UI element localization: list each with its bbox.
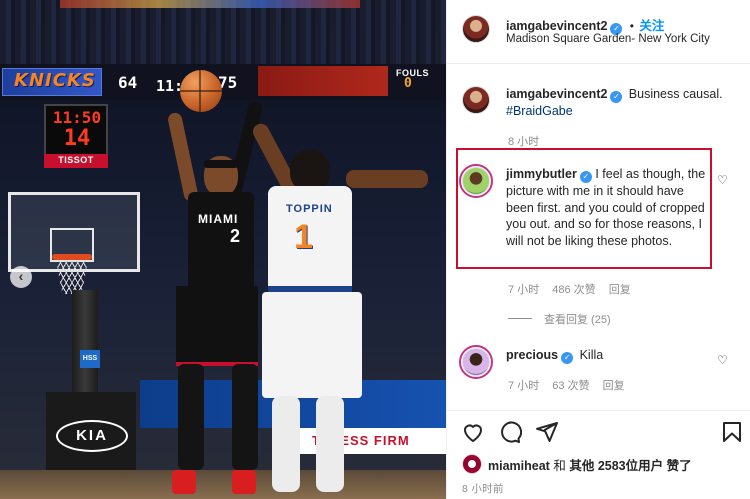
- caption-username[interactable]: iamgabevincent2: [506, 87, 607, 101]
- comment-time: 7 小时: [508, 284, 540, 296]
- heat-player-jersey: [188, 192, 254, 288]
- verified-icon: ✓: [610, 91, 623, 103]
- shot-clock-seconds: 14: [63, 126, 91, 151]
- scoreboard-team-left: KNICKS: [14, 70, 96, 91]
- knicks-player-shorts: [262, 292, 362, 398]
- action-bar: [446, 410, 750, 452]
- caption-text: Business causal.: [628, 87, 723, 101]
- heat-player-leg: [178, 364, 204, 470]
- save-icon[interactable]: [720, 420, 744, 444]
- comment-avatar-jimmybutler[interactable]: [462, 167, 490, 195]
- comment-meta: 7 小时 486 次赞 回复: [508, 281, 641, 297]
- caption-hashtag[interactable]: #BraidGabe: [506, 104, 573, 118]
- comment-meta: 7 小时 63 次赞 回复: [508, 377, 635, 393]
- scoreboard-fouls-label: FOULS: [396, 68, 429, 78]
- heat-scoreboard-panel: [258, 66, 388, 96]
- basketball-net: [56, 260, 88, 294]
- knicks-player-waistband: [268, 286, 352, 292]
- liker-username[interactable]: miamiheat: [488, 459, 550, 473]
- follow-button[interactable]: 关注: [639, 19, 664, 33]
- likes-summary: miamiheat 和 其他 2583位用户 赞了: [488, 455, 692, 474]
- verified-icon: ✓: [579, 171, 592, 183]
- author-avatar[interactable]: [462, 15, 490, 43]
- comment-body: Killa: [579, 348, 604, 362]
- basketball-rim: [52, 254, 92, 260]
- scoreboard-home-score: 64: [118, 73, 138, 92]
- knicks-player-arm: [346, 170, 428, 188]
- reply-button[interactable]: 回复: [609, 284, 631, 296]
- likes-count[interactable]: 2583: [598, 459, 626, 473]
- comment-jimmybutler: jimmybutler ✓ I feel as though, the pictu…: [506, 166, 706, 249]
- caption-time: 8 小时: [508, 136, 540, 148]
- comment-username[interactable]: jimmybutler: [506, 167, 577, 181]
- heat-jersey-team: MIAMI: [198, 212, 239, 226]
- heat-player-headband: [204, 160, 238, 168]
- reply-button[interactable]: 回复: [603, 380, 625, 392]
- knicks-jersey-name: TOPPIN: [286, 203, 333, 215]
- liker-avatar[interactable]: [462, 454, 482, 474]
- heart-icon[interactable]: ♡: [717, 173, 728, 187]
- likes-and: 和: [553, 459, 566, 473]
- comment-avatar-precious[interactable]: [462, 348, 490, 376]
- heart-icon[interactable]: [461, 420, 485, 444]
- post-photo[interactable]: KNICKS 64 11:50 75 FOULS 0 TTRESS FIRM 1…: [0, 0, 446, 499]
- caption-row: iamgabevincent2 ✓ Business causal.: [506, 87, 723, 103]
- comment-likes[interactable]: 63 次赞: [552, 380, 589, 392]
- comment-icon[interactable]: [498, 420, 522, 444]
- kia-logo: KIA: [76, 427, 108, 444]
- comment-likes[interactable]: 486 次赞: [552, 284, 595, 296]
- heart-icon[interactable]: ♡: [717, 353, 728, 367]
- scoreboard-fouls-value: 0: [404, 76, 412, 91]
- heat-jersey-number: 2: [230, 226, 241, 246]
- comment-username[interactable]: precious: [506, 348, 558, 362]
- comment-time: 7 小时: [508, 380, 540, 392]
- knicks-player-leg: [272, 396, 300, 492]
- arena-lights: [60, 0, 360, 8]
- heat-player-shorts: [176, 286, 258, 366]
- court-floor: [0, 470, 446, 499]
- knicks-player-leg: [316, 396, 344, 492]
- verified-icon: ✓: [561, 352, 574, 364]
- heat-player-shoe: [172, 470, 196, 494]
- view-replies-button[interactable]: 查看回复 (25): [544, 311, 611, 327]
- replies-divider: [508, 318, 532, 319]
- comment-precious: precious ✓ Killa: [506, 348, 603, 364]
- post-timestamp: 8 小时前: [462, 483, 504, 495]
- hss-logo: HSS: [80, 350, 100, 368]
- heat-player-shoe: [232, 470, 256, 494]
- caption-avatar[interactable]: [462, 86, 490, 114]
- likes-others[interactable]: 其他: [569, 459, 594, 473]
- likes-suffix: 位用户 赞了: [625, 459, 692, 473]
- post-location[interactable]: Madison Square Garden- New York City: [506, 33, 710, 45]
- share-icon[interactable]: [535, 420, 559, 444]
- heat-player-leg: [232, 364, 258, 470]
- tissot-logo: TISSOT: [58, 155, 94, 165]
- chevron-left-icon[interactable]: ‹: [10, 266, 32, 288]
- author-row: iamgabevincent2 ✓ • 关注: [506, 15, 664, 35]
- author-username[interactable]: iamgabevincent2: [506, 19, 607, 33]
- knicks-jersey-number: 1: [294, 218, 313, 256]
- separator-dot: •: [629, 19, 634, 33]
- basketball: [180, 70, 222, 112]
- heat-player-arm: [166, 111, 200, 203]
- shot-clock-time: 11:50: [52, 108, 102, 127]
